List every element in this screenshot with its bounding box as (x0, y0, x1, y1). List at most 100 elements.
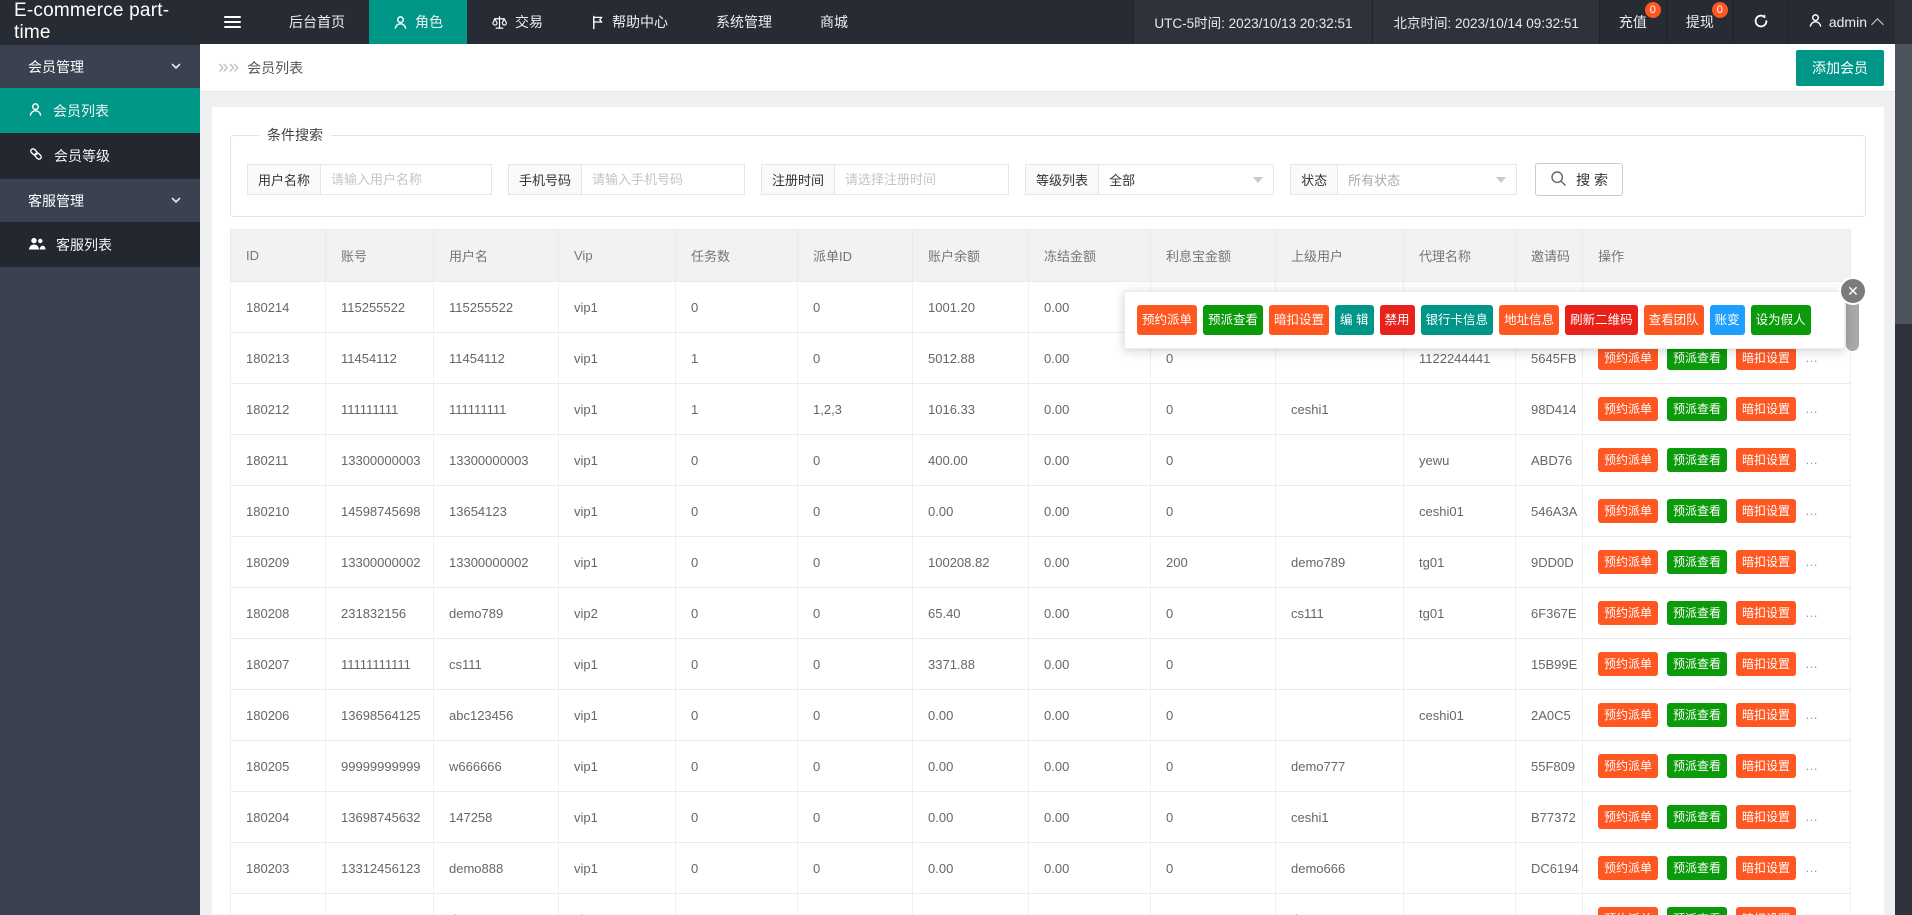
more-actions[interactable]: … (1805, 860, 1818, 875)
row-action-1[interactable]: 预派查看 (1667, 397, 1727, 421)
row-action-0[interactable]: 预约派单 (1598, 652, 1658, 676)
popup-action-0[interactable]: 预约派单 (1137, 305, 1197, 335)
row-action-0[interactable]: 预约派单 (1598, 601, 1658, 625)
more-actions[interactable]: … (1805, 911, 1818, 915)
row-action-0[interactable]: 预约派单 (1598, 754, 1658, 778)
nav-item-3[interactable]: 帮助中心 (567, 0, 692, 44)
popup-action-2[interactable]: 暗扣设置 (1269, 305, 1329, 335)
row-action-1[interactable]: 预派查看 (1667, 601, 1727, 625)
table-cell: abc123456 (434, 690, 559, 741)
row-action-0[interactable]: 预约派单 (1598, 550, 1658, 574)
admin-menu[interactable]: admin (1788, 0, 1912, 44)
more-actions[interactable]: … (1805, 350, 1818, 365)
popup-action-1[interactable]: 预派查看 (1203, 305, 1263, 335)
row-action-0[interactable]: 预约派单 (1598, 397, 1658, 421)
field-input-0[interactable] (320, 164, 492, 195)
row-action-1[interactable]: 预派查看 (1667, 856, 1727, 880)
page-scrollbar[interactable] (1895, 0, 1912, 915)
row-action-1[interactable]: 预派查看 (1667, 499, 1727, 523)
popup-action-7[interactable]: 刷新二维码 (1565, 305, 1638, 335)
row-action-1[interactable]: 预派查看 (1667, 550, 1727, 574)
more-actions[interactable]: … (1805, 554, 1818, 569)
table-cell: 1,2,3 (798, 384, 913, 435)
recharge-button[interactable]: 充值 0 (1599, 0, 1666, 44)
hamburger-icon[interactable] (200, 0, 265, 44)
table-cell: 180210 (231, 486, 326, 537)
sidebar-item-0-0[interactable]: 会员列表 (0, 88, 200, 133)
table-cell: 0.00 (1029, 843, 1151, 894)
refresh-button[interactable] (1733, 0, 1788, 44)
field-input-1[interactable] (581, 164, 745, 195)
row-action-2[interactable]: 暗扣设置 (1736, 601, 1796, 625)
row-action-1[interactable]: 预派查看 (1667, 907, 1727, 915)
sidebar-item-1-0[interactable]: 客服列表 (0, 222, 200, 267)
row-action-0[interactable]: 预约派单 (1598, 703, 1658, 727)
row-action-2[interactable]: 暗扣设置 (1736, 550, 1796, 574)
row-action-2[interactable]: 暗扣设置 (1736, 397, 1796, 421)
field-input-2[interactable] (834, 164, 1009, 195)
row-action-1[interactable]: 预派查看 (1667, 754, 1727, 778)
popup-action-4[interactable]: 禁用 (1380, 305, 1415, 335)
sidebar-item-0-1[interactable]: 会员等级 (0, 133, 200, 178)
more-actions[interactable]: … (1805, 503, 1818, 518)
sidebar-group-header-0[interactable]: 会员管理 (0, 44, 200, 88)
table-cell: 3371.88 (913, 639, 1029, 690)
table-cell: 115255522 (326, 282, 434, 333)
nav-item-2[interactable]: 交易 (467, 0, 567, 44)
nav-item-4[interactable]: 系统管理 (692, 0, 796, 44)
popup-action-5[interactable]: 银行卡信息 (1421, 305, 1494, 335)
popup-close-button[interactable]: ✕ (1839, 277, 1867, 305)
row-action-2[interactable]: 暗扣设置 (1736, 805, 1796, 829)
table-cell: demo888 (434, 843, 559, 894)
withdraw-button[interactable]: 提现 0 (1666, 0, 1733, 44)
popup-action-8[interactable]: 查看团队 (1644, 305, 1704, 335)
popup-action-3[interactable]: 编 辑 (1335, 305, 1373, 335)
table-cell: 0 (798, 639, 913, 690)
popup-action-6[interactable]: 地址信息 (1499, 305, 1559, 335)
table-cell: ceshi01 (1404, 690, 1516, 741)
row-action-0[interactable]: 预约派单 (1598, 805, 1658, 829)
select-1[interactable]: 所有状态 (1337, 164, 1517, 195)
popup-action-10[interactable]: 设为假人 (1751, 305, 1811, 335)
row-action-2[interactable]: 暗扣设置 (1736, 754, 1796, 778)
row-action-2[interactable]: 暗扣设置 (1736, 652, 1796, 676)
row-action-2[interactable]: 暗扣设置 (1736, 703, 1796, 727)
nav-item-5[interactable]: 商城 (796, 0, 872, 44)
nav-item-0[interactable]: 后台首页 (265, 0, 369, 44)
more-actions[interactable]: … (1805, 452, 1818, 467)
page-scrollbar-thumb[interactable] (1895, 44, 1912, 324)
row-action-1[interactable]: 预派查看 (1667, 805, 1727, 829)
more-actions[interactable]: … (1805, 809, 1818, 824)
row-action-0[interactable]: 预约派单 (1598, 448, 1658, 472)
more-actions[interactable]: … (1805, 707, 1818, 722)
column-header: 上级用户 (1276, 230, 1404, 282)
more-actions[interactable]: … (1805, 758, 1818, 773)
more-actions[interactable]: … (1805, 605, 1818, 620)
row-actions-cell: 预约派单预派查看暗扣设置 … (1583, 435, 1851, 486)
row-action-2[interactable]: 暗扣设置 (1736, 856, 1796, 880)
more-actions[interactable]: … (1805, 401, 1818, 416)
table-cell (1276, 690, 1404, 741)
row-action-0[interactable]: 预约派单 (1598, 907, 1658, 915)
row-action-1[interactable]: 预派查看 (1667, 346, 1727, 370)
search-button[interactable]: 搜 索 (1535, 163, 1623, 196)
table-cell: 0 (676, 486, 798, 537)
row-action-2[interactable]: 暗扣设置 (1736, 448, 1796, 472)
row-action-2[interactable]: 暗扣设置 (1736, 499, 1796, 523)
sidebar-group-header-1[interactable]: 客服管理 (0, 178, 200, 222)
row-action-1[interactable]: 预派查看 (1667, 652, 1727, 676)
select-0[interactable]: 全部 (1098, 164, 1274, 195)
row-action-0[interactable]: 预约派单 (1598, 346, 1658, 370)
row-action-2[interactable]: 暗扣设置 (1736, 346, 1796, 370)
popup-action-9[interactable]: 账变 (1710, 305, 1745, 335)
nav-item-1[interactable]: 角色 (369, 0, 467, 44)
add-member-button[interactable]: 添加会员 (1796, 50, 1884, 86)
row-action-0[interactable]: 预约派单 (1598, 856, 1658, 880)
more-actions[interactable]: … (1805, 656, 1818, 671)
person-icon (393, 15, 408, 30)
table-cell: vip1 (559, 282, 676, 333)
row-action-1[interactable]: 预派查看 (1667, 448, 1727, 472)
row-action-1[interactable]: 预派查看 (1667, 703, 1727, 727)
row-action-2[interactable]: 暗扣设置 (1736, 907, 1796, 915)
row-action-0[interactable]: 预约派单 (1598, 499, 1658, 523)
